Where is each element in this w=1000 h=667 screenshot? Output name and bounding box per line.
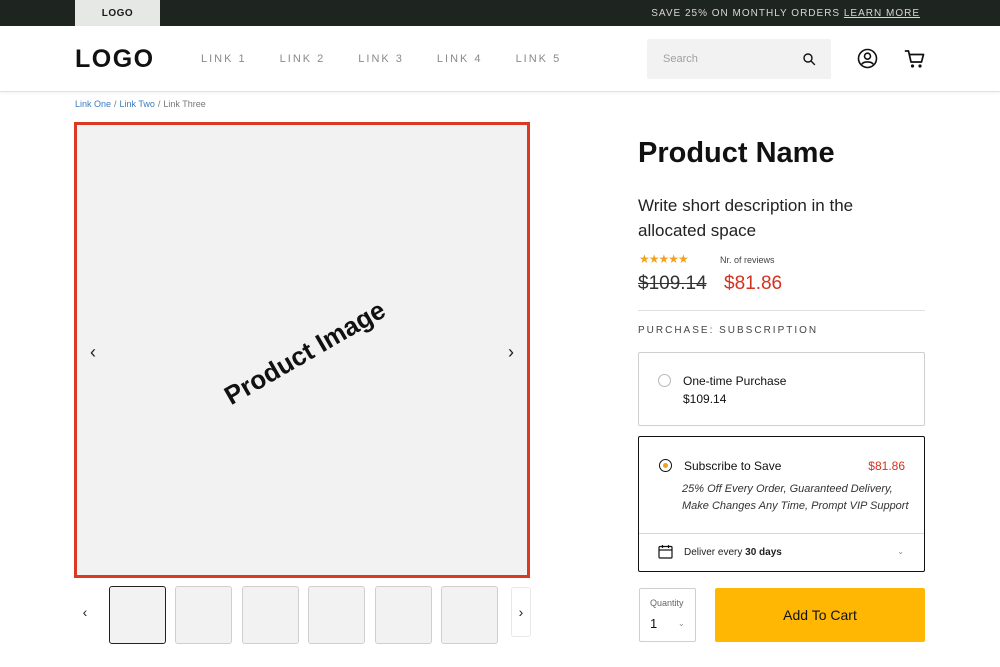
cart-icon[interactable] (904, 48, 926, 70)
search-box (647, 39, 831, 79)
thumbnail[interactable] (109, 586, 166, 644)
one-time-label: One-time Purchase (683, 374, 787, 388)
thumbnail[interactable] (242, 586, 299, 644)
delivery-frequency-select[interactable]: Deliver every 30 days (684, 547, 782, 558)
thumbnail-next-arrow[interactable]: › (511, 587, 531, 637)
promo-text: SAVE 25% ON MONTHLY ORDERS (651, 8, 841, 19)
subscribe-label: Subscribe to Save (684, 459, 782, 473)
promo-bar: LOGO SAVE 25% ON MONTHLY ORDERS LEARN MO… (0, 0, 1000, 26)
deliver-interval: 30 days (745, 547, 782, 558)
breadcrumb-current: Link Three (163, 99, 206, 109)
rating-stars: ★★★★★ (639, 252, 689, 266)
calendar-icon (658, 545, 673, 559)
chevron-down-icon[interactable]: ⌄ (678, 619, 685, 628)
one-time-radio[interactable] (658, 374, 671, 387)
thumbnail[interactable] (308, 586, 365, 644)
breadcrumb-separator: / (157, 99, 161, 109)
divider (638, 310, 925, 311)
learn-more-link[interactable]: LEARN MORE (844, 8, 920, 19)
nav-link-5[interactable]: LINK 5 (516, 53, 562, 65)
subscribe-option[interactable]: Subscribe to Save $81.86 25% Off Every O… (638, 436, 925, 572)
breadcrumb-link-one[interactable]: Link One (75, 99, 111, 109)
breadcrumb-separator: / (114, 99, 117, 109)
brand-logo[interactable]: LOGO (75, 45, 155, 74)
quantity-select[interactable]: Quantity 1 ⌄ (639, 588, 696, 642)
thumbnail[interactable] (441, 586, 498, 644)
nav-link-1[interactable]: LINK 1 (201, 53, 247, 65)
user-icon[interactable] (857, 48, 878, 69)
add-to-cart-button[interactable]: Add To Cart (715, 588, 925, 642)
original-price: $109.14 (638, 273, 707, 294)
subscribe-benefits: 25% Off Every Order, Guaranteed Delivery… (682, 483, 909, 512)
search-icon[interactable] (802, 52, 816, 66)
promo-message: SAVE 25% ON MONTHLY ORDERS LEARN MORE (651, 8, 920, 19)
deliver-prefix: Deliver every (684, 547, 743, 558)
product-description: Write short description in the allocated… (638, 196, 854, 240)
subscribe-radio[interactable] (659, 459, 672, 472)
product-main-image: Product Image ‹ › (74, 122, 530, 578)
image-prev-arrow[interactable]: ‹ (81, 340, 105, 364)
main-nav: LINK 1 LINK 2 LINK 3 LINK 4 LINK 5 (201, 53, 594, 65)
nav-link-3[interactable]: LINK 3 (358, 53, 404, 65)
thumbnail[interactable] (375, 586, 432, 644)
divider (639, 533, 924, 534)
breadcrumb-link-two[interactable]: Link Two (120, 99, 155, 109)
quantity-value: 1 (650, 616, 658, 631)
image-next-arrow[interactable]: › (499, 340, 523, 364)
search-input[interactable] (647, 39, 797, 79)
chevron-down-icon[interactable]: ⌄ (897, 547, 904, 556)
sale-price: $81.86 (724, 273, 783, 294)
subscribe-price: $81.86 (868, 459, 905, 473)
product-name: Product Name (638, 137, 835, 169)
nav-link-4[interactable]: LINK 4 (437, 53, 483, 65)
breadcrumb: Link One / Link Two / Link Three (75, 99, 206, 109)
topbar-logo[interactable]: LOGO (75, 0, 160, 26)
thumbnail-strip: ‹ › (74, 585, 532, 645)
quantity-label: Quantity (650, 598, 684, 608)
thumbnail[interactable] (175, 586, 232, 644)
one-time-purchase-option[interactable]: One-time Purchase $109.14 (638, 352, 925, 426)
thumbnail-prev-arrow[interactable]: ‹ (75, 587, 95, 637)
reviews-count[interactable]: Nr. of reviews (720, 255, 775, 265)
one-time-price: $109.14 (683, 392, 727, 406)
purchase-type-label: PURCHASE: SUBSCRIPTION (638, 325, 819, 336)
product-image-placeholder: Product Image (219, 294, 391, 411)
site-header: LOGO LINK 1 LINK 2 LINK 3 LINK 4 LINK 5 (0, 26, 1000, 92)
nav-link-2[interactable]: LINK 2 (280, 53, 326, 65)
